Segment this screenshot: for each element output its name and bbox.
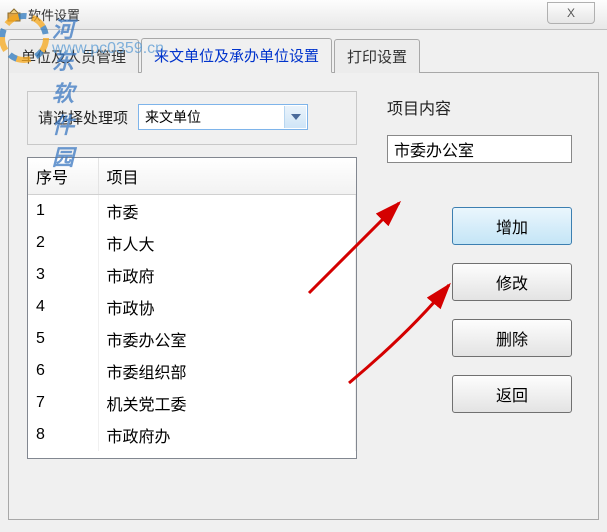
table-row[interactable]: 5市委办公室 xyxy=(28,323,356,355)
edit-button[interactable]: 修改 xyxy=(452,263,572,301)
process-item-select[interactable]: 来文单位 xyxy=(138,104,308,130)
add-button[interactable]: 增加 xyxy=(452,207,572,245)
delete-button[interactable]: 删除 xyxy=(452,319,572,357)
cell-seq: 5 xyxy=(28,323,98,355)
table-row[interactable]: 4市政协 xyxy=(28,291,356,323)
col-header-seq[interactable]: 序号 xyxy=(28,158,98,195)
cell-seq: 1 xyxy=(28,195,98,228)
cell-seq: 4 xyxy=(28,291,98,323)
close-icon: X xyxy=(567,6,575,20)
cell-item: 市政府办 xyxy=(98,419,356,451)
titlebar: 软件设置 X xyxy=(0,0,607,30)
select-value: 来文单位 xyxy=(145,107,201,127)
tab-print-settings[interactable]: 打印设置 xyxy=(334,39,420,73)
tab-label: 单位及人员管理 xyxy=(21,49,126,66)
items-table: 序号 项目 1市委2市人大3市政府4市政协5市委办公室6市委组织部7机关党工委8… xyxy=(27,157,357,459)
col-header-item[interactable]: 项目 xyxy=(98,158,356,195)
cell-seq: 6 xyxy=(28,355,98,387)
button-label: 增加 xyxy=(496,214,528,238)
item-content-input[interactable] xyxy=(387,135,572,163)
cell-seq: 8 xyxy=(28,419,98,451)
window-title: 软件设置 xyxy=(28,5,80,24)
tab-label: 来文单位及承办单位设置 xyxy=(154,48,319,65)
back-button[interactable]: 返回 xyxy=(452,375,572,413)
table-row[interactable]: 3市政府 xyxy=(28,259,356,291)
table-row[interactable]: 1市委 xyxy=(28,195,356,228)
tab-units-personnel[interactable]: 单位及人员管理 xyxy=(8,39,139,73)
table-row[interactable]: 6市委组织部 xyxy=(28,355,356,387)
field-label: 项目内容 xyxy=(387,95,572,119)
right-panel: 项目内容 增加 修改 删除 返回 xyxy=(387,95,572,413)
cell-item: 市委办公室 xyxy=(98,323,356,355)
button-label: 返回 xyxy=(496,382,528,406)
selector-group: 请选择处理项 来文单位 xyxy=(27,91,357,145)
window-body: 单位及人员管理 来文单位及承办单位设置 打印设置 请选择处理项 来文单位 序号 xyxy=(0,30,607,532)
table-header-row: 序号 项目 xyxy=(28,158,356,195)
selector-label: 请选择处理项 xyxy=(38,107,128,128)
cell-item: 市政府 xyxy=(98,259,356,291)
table-row[interactable]: 8市政府办 xyxy=(28,419,356,451)
table-row[interactable]: 7机关党工委 xyxy=(28,387,356,419)
button-label: 删除 xyxy=(496,326,528,350)
tab-content: 请选择处理项 来文单位 序号 项目 1市委2市人大3市政府4市政协5市委办公室6… xyxy=(8,72,599,520)
app-icon xyxy=(6,7,22,23)
cell-item: 机关党工委 xyxy=(98,387,356,419)
cell-seq: 3 xyxy=(28,259,98,291)
cell-item: 市委 xyxy=(98,195,356,228)
tab-label: 打印设置 xyxy=(347,49,407,66)
cell-item: 市委组织部 xyxy=(98,355,356,387)
tabs: 单位及人员管理 来文单位及承办单位设置 打印设置 xyxy=(8,38,599,73)
cell-item: 市政协 xyxy=(98,291,356,323)
table-row[interactable]: 2市人大 xyxy=(28,227,356,259)
cell-item: 市人大 xyxy=(98,227,356,259)
chevron-down-icon xyxy=(284,106,306,128)
cell-seq: 2 xyxy=(28,227,98,259)
button-stack: 增加 修改 删除 返回 xyxy=(387,207,572,413)
tab-source-units[interactable]: 来文单位及承办单位设置 xyxy=(141,38,332,73)
close-button[interactable]: X xyxy=(547,2,595,24)
button-label: 修改 xyxy=(496,270,528,294)
cell-seq: 7 xyxy=(28,387,98,419)
